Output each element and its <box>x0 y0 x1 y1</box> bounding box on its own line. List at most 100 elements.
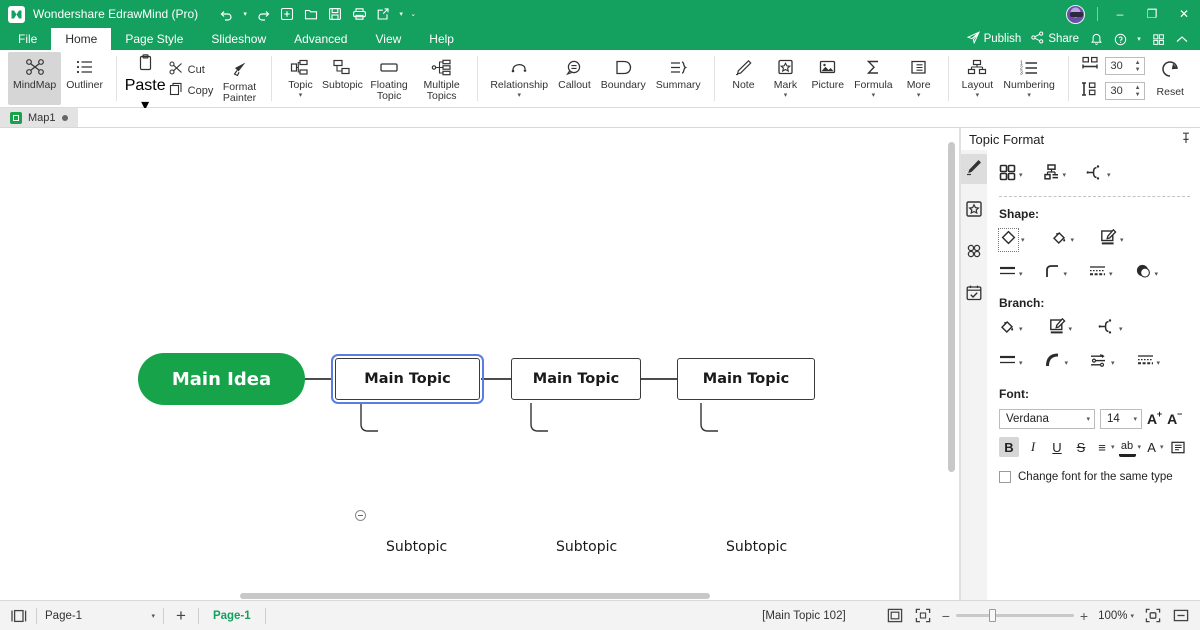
bell-icon[interactable] <box>1086 28 1106 50</box>
font-size-select[interactable]: 14 ▾ <box>1100 409 1142 429</box>
topic-button[interactable]: Topic ▾ <box>279 52 321 105</box>
structure-caret-icon[interactable]: ▾ <box>1063 171 1067 179</box>
border-edit-caret-icon[interactable]: ▾ <box>1120 236 1124 244</box>
subtopic-button[interactable]: Subtopic <box>321 52 363 105</box>
print-icon[interactable] <box>348 3 370 25</box>
branch-style-caret-icon[interactable]: ▾ <box>1107 171 1111 179</box>
menu-item-advanced[interactable]: Advanced <box>280 28 361 50</box>
corner-radius-button[interactable]: ▾ <box>1045 264 1068 284</box>
menu-item-home[interactable]: Home <box>51 28 112 50</box>
menu-item-slideshow[interactable]: Slideshow <box>197 28 280 50</box>
note-button[interactable]: Note <box>722 52 764 105</box>
node-main-topic-3[interactable]: Main Topic <box>677 358 815 400</box>
subtopic-label-3[interactable]: Subtopic <box>726 539 787 555</box>
publish-button[interactable]: Publish <box>964 28 1025 50</box>
layout-caret-icon[interactable]: ▾ <box>976 92 980 99</box>
help-circle-icon[interactable] <box>1110 28 1130 50</box>
font-color-button[interactable]: A ▾ <box>1145 437 1163 457</box>
align-button[interactable]: ≡ ▾ <box>1095 437 1115 457</box>
branch-curve-caret-icon[interactable]: ▾ <box>1065 359 1069 367</box>
add-page-button[interactable]: + <box>172 607 190 624</box>
branch-edit-button[interactable]: ▾ <box>1049 317 1073 340</box>
reset-button[interactable]: Reset <box>1149 52 1192 105</box>
more-caret-icon[interactable]: ▾ <box>917 92 921 99</box>
panel-tab-format-paint[interactable] <box>961 154 987 184</box>
align-caret-icon[interactable]: ▾ <box>1111 443 1115 451</box>
zoom-in-button[interactable]: + <box>1080 609 1088 623</box>
vertical-scroll-thumb[interactable] <box>948 142 955 472</box>
shape-type-caret-icon[interactable]: ▾ <box>1021 236 1025 244</box>
page-tab-page-1[interactable]: Page-1 <box>207 610 257 622</box>
change-font-same-type-row[interactable]: Change font for the same type <box>999 471 1190 483</box>
collapse-handle-topic-1[interactable] <box>355 510 366 521</box>
branch-style-button[interactable]: ▾ <box>1086 164 1111 186</box>
summary-button[interactable]: Summary <box>651 52 706 105</box>
panel-tab-mark[interactable] <box>961 196 987 226</box>
subtopic-label-1[interactable]: Subtopic <box>386 539 447 555</box>
zoom-out-button[interactable]: − <box>942 609 950 623</box>
branch-fill-caret-icon[interactable]: ▾ <box>1019 325 1023 333</box>
menu-item-help[interactable]: Help <box>415 28 468 50</box>
relationship-button[interactable]: Relationship ▾ <box>485 52 553 105</box>
highlight-button[interactable]: ab ▾ <box>1118 437 1142 457</box>
decrease-font-size-button[interactable]: A − <box>1167 409 1182 427</box>
copy-button[interactable]: Copy <box>166 81 217 100</box>
more-commands-icon[interactable]: ⌄ <box>408 10 418 18</box>
increase-font-size-button[interactable]: A + <box>1147 409 1162 427</box>
fit-page-icon[interactable] <box>886 607 904 625</box>
panel-tab-task[interactable] <box>961 280 987 310</box>
vertical-spacing-input[interactable]: 30 ▲ ▼ <box>1104 82 1145 100</box>
text-direction-button[interactable] <box>1168 437 1188 457</box>
numbering-button[interactable]: 123 Numbering ▾ <box>998 52 1059 105</box>
corner-radius-caret-icon[interactable]: ▾ <box>1064 270 1068 278</box>
branch-dash-button[interactable]: ▾ <box>1137 353 1161 373</box>
paste-button[interactable]: Paste ▾ <box>125 54 166 115</box>
collapse-panel-icon[interactable] <box>1172 607 1190 625</box>
save-icon[interactable] <box>324 3 346 25</box>
close-button[interactable]: ✕ <box>1168 0 1200 28</box>
mindmap-canvas[interactable]: Main Idea Main Topic Subtopic Main Topic… <box>0 128 960 600</box>
export-caret-icon[interactable]: ▾ <box>396 10 406 18</box>
branch-connector-button[interactable]: ▾ <box>1098 318 1123 340</box>
branch-edit-caret-icon[interactable]: ▾ <box>1069 325 1073 333</box>
canvas-vertical-scrollbar[interactable] <box>948 132 957 596</box>
mark-caret-icon[interactable]: ▾ <box>784 92 788 99</box>
zoom-slider-thumb[interactable] <box>988 609 996 622</box>
canvas-surface[interactable]: Main Idea Main Topic Subtopic Main Topic… <box>0 128 959 600</box>
new-document-icon[interactable] <box>276 3 298 25</box>
fill-color-caret-icon[interactable]: ▾ <box>1071 236 1075 244</box>
avatar[interactable] <box>1066 4 1085 24</box>
change-font-checkbox[interactable] <box>999 471 1011 483</box>
more-button[interactable]: More ▾ <box>898 52 940 105</box>
menu-item-file[interactable]: File <box>4 28 51 50</box>
branch-dash-caret-icon[interactable]: ▾ <box>1157 359 1161 367</box>
italic-button[interactable]: I <box>1023 437 1043 457</box>
theme-grid-button[interactable]: ▾ <box>999 164 1023 186</box>
font-family-select[interactable]: Verdana ▾ <box>999 409 1095 429</box>
grid-apps-icon[interactable] <box>1148 28 1168 50</box>
floating-topic-button[interactable]: Floating Topic <box>363 52 414 105</box>
topic-caret-icon[interactable]: ▾ <box>299 92 303 99</box>
chevron-down-icon[interactable]: ▾ <box>1080 415 1090 423</box>
formula-caret-icon[interactable]: ▾ <box>872 92 876 99</box>
zoom-level-dropdown[interactable]: 100% ▾ <box>1098 610 1134 622</box>
vertical-spinner-arrows[interactable]: ▲ ▼ <box>1135 83 1141 99</box>
node-main-topic-2[interactable]: Main Topic <box>511 358 641 400</box>
line-dash-caret-icon[interactable]: ▾ <box>1109 270 1113 278</box>
horizontal-scroll-thumb[interactable] <box>240 593 710 599</box>
underline-button[interactable]: U <box>1047 437 1067 457</box>
undo-icon[interactable] <box>216 3 238 25</box>
branch-curve-button[interactable]: ▾ <box>1045 352 1069 373</box>
undo-caret-icon[interactable]: ▾ <box>240 10 250 18</box>
line-weight-caret-icon[interactable]: ▾ <box>1019 270 1023 278</box>
line-weight-button[interactable]: ▾ <box>999 264 1023 283</box>
panel-toggle-icon[interactable] <box>10 607 28 625</box>
mindmap-button[interactable]: MindMap <box>8 52 62 105</box>
shadow-caret-icon[interactable]: ▾ <box>1155 270 1159 278</box>
highlight-caret-icon[interactable]: ▾ <box>1138 443 1142 451</box>
focus-mode-icon[interactable] <box>1144 607 1162 625</box>
branch-arrow-button[interactable]: ▾ <box>1090 353 1115 373</box>
line-dash-button[interactable]: ▾ <box>1089 264 1113 284</box>
cut-button[interactable]: Cut <box>166 60 217 79</box>
export-icon[interactable] <box>372 3 394 25</box>
